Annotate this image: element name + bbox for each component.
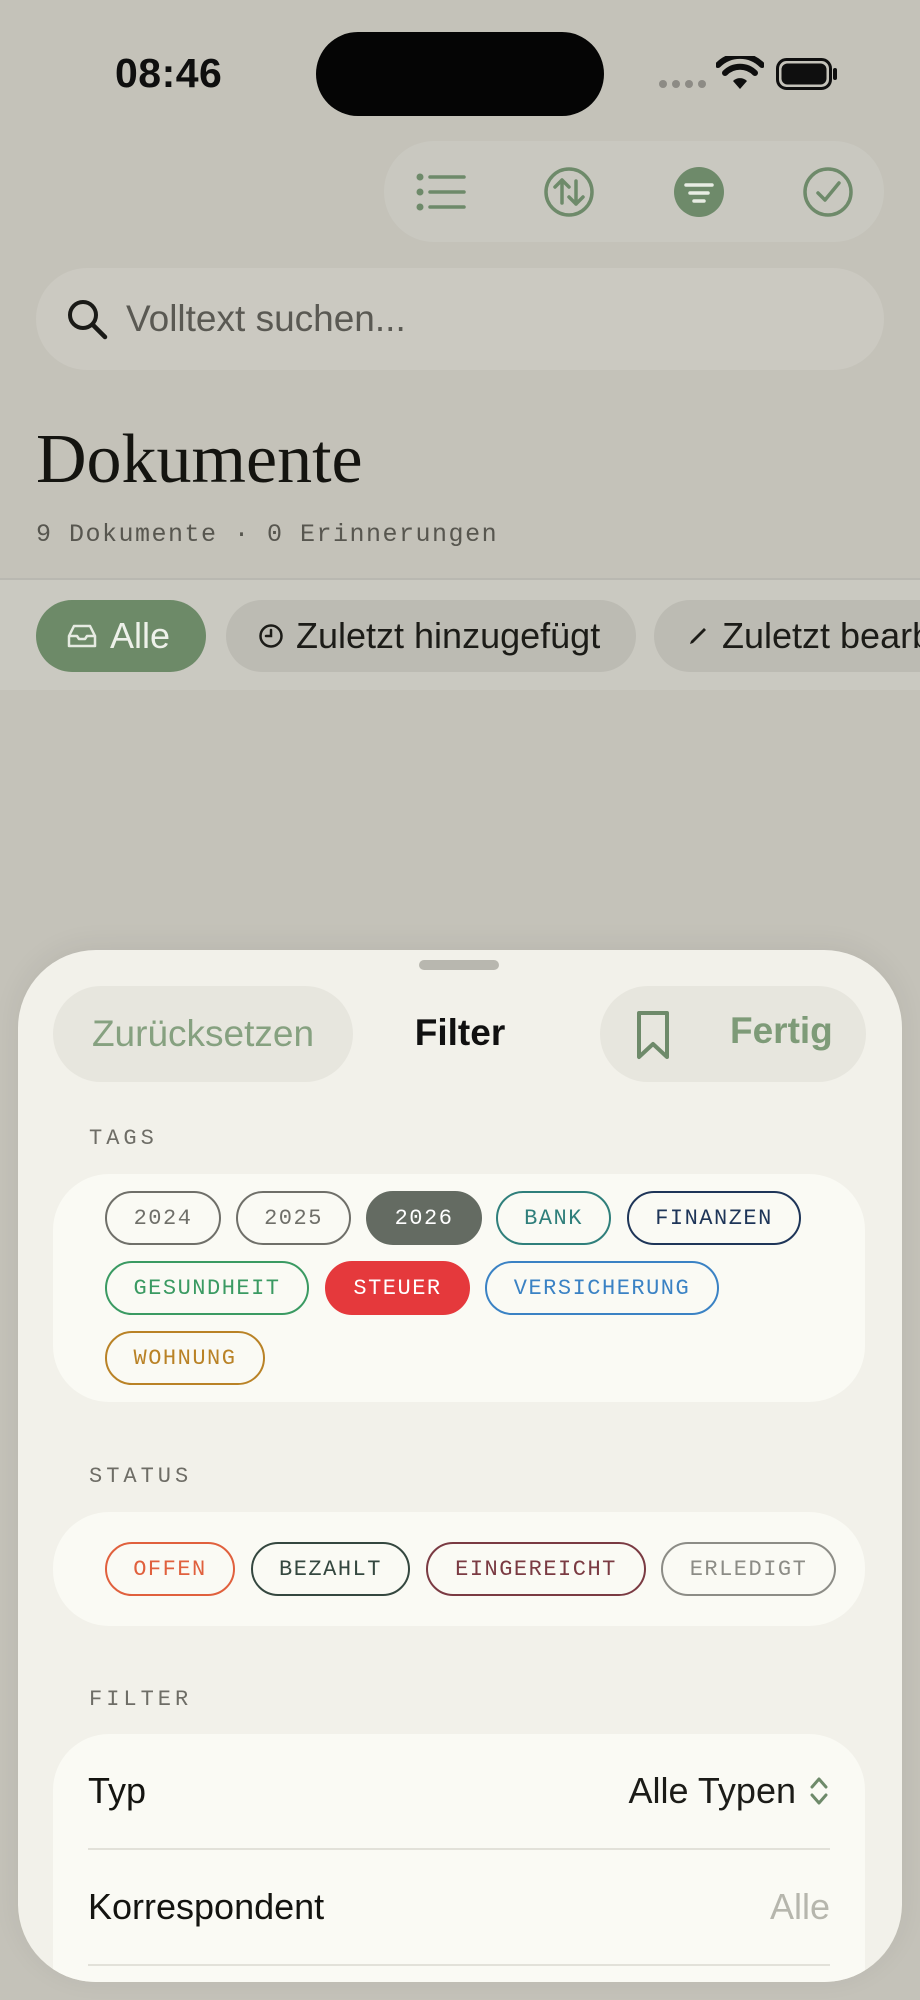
document-count: 9 Dokumente · 0 Erinnerungen [36, 520, 499, 549]
tag-chip-wohnung[interactable]: WOHNUNG [105, 1331, 265, 1385]
status-card: OFFEN BEZAHLT EINGEREICHT ERLEDIGT [53, 1512, 865, 1626]
reset-button[interactable]: Zurücksetzen [53, 986, 353, 1082]
type-label: Typ [88, 1770, 147, 1811]
tags-section-label: TAGS [89, 1126, 158, 1151]
sheet-grabber[interactable] [419, 960, 499, 970]
tag-chip-bank[interactable]: BANK [496, 1191, 611, 1245]
clock-icon [259, 624, 283, 648]
tag-chip-2024[interactable]: 2024 [105, 1191, 221, 1245]
page-title: Dokumente [36, 421, 363, 498]
type-picker[interactable]: Alle Typen [629, 1770, 830, 1812]
tag-chip-gesundheit[interactable]: GESUNDHEIT [105, 1261, 309, 1315]
search-bar[interactable] [36, 268, 884, 370]
search-input[interactable] [126, 286, 846, 352]
quick-filter-all[interactable]: Alle [36, 600, 206, 672]
filter-button[interactable] [672, 165, 726, 219]
status-chip-offen[interactable]: OFFEN [105, 1542, 235, 1596]
type-value: Alle Typen [628, 1770, 796, 1811]
filter-row-correspondent[interactable]: Korrespondent Alle [88, 1850, 830, 1964]
tag-chip-versicherung[interactable]: VERSICHERUNG [485, 1261, 719, 1315]
tags-card: 2024 2025 2026 BANK FINANZEN GESUNDHEIT … [53, 1174, 865, 1402]
status-time: 08:46 [115, 50, 223, 96]
list-view-button[interactable] [414, 165, 468, 219]
quick-filter-label: Zuletzt bearb [722, 615, 920, 656]
select-button[interactable] [801, 165, 855, 219]
checkmark-circle-icon [803, 167, 853, 217]
bookmark-icon [637, 1011, 669, 1059]
wifi-icon [716, 56, 764, 89]
top-toolbar [384, 141, 884, 242]
status-chip-eingereicht[interactable]: EINGEREICHT [426, 1542, 646, 1596]
status-chip-bezahlt[interactable]: BEZAHLT [251, 1542, 410, 1596]
filter-section-label: FILTER [89, 1687, 193, 1712]
save-filter-button[interactable] [622, 1004, 684, 1066]
dynamic-island [316, 32, 604, 116]
tag-chip-steuer[interactable]: STEUER [325, 1261, 470, 1315]
filter-icon [674, 167, 724, 217]
list-icon [416, 173, 466, 211]
status-bar: 08:46 [0, 0, 920, 150]
chevron-up-down-icon [810, 1777, 828, 1805]
status-section-label: STATUS [89, 1464, 193, 1489]
quick-filter-label: Alle [110, 615, 171, 656]
search-icon [68, 300, 108, 340]
filter-row-type[interactable]: Typ Alle Typen [88, 1734, 830, 1848]
tag-chip-finanzen[interactable]: FINANZEN [627, 1191, 801, 1245]
correspondent-value[interactable]: Alle [770, 1886, 830, 1928]
pencil-icon [690, 628, 706, 644]
filter-card: Typ Alle Typen Korrespondent Alle [53, 1734, 865, 1982]
row-divider [88, 1964, 830, 1966]
status-chip-erledigt[interactable]: ERLEDIGT [661, 1542, 836, 1596]
sort-arrows-icon [544, 167, 594, 217]
quick-filter-label: Zuletzt hinzugefügt [296, 615, 601, 656]
correspondent-label: Korrespondent [88, 1886, 325, 1927]
quick-filter-recently-edited[interactable]: Zuletzt bearb [654, 600, 920, 672]
quick-filter-bar: Alle Zuletzt hinzugefügt Zuletzt bearb [0, 578, 920, 690]
battery-icon [776, 58, 837, 90]
tag-chip-2025[interactable]: 2025 [236, 1191, 351, 1245]
sheet-actions: Fertig [600, 986, 866, 1082]
filter-sheet: Zurücksetzen Filter Fertig TAGS 2024 202… [18, 950, 902, 1982]
done-button[interactable]: Fertig [730, 1010, 833, 1052]
sort-button[interactable] [542, 165, 596, 219]
quick-filter-recently-added[interactable]: Zuletzt hinzugefügt [226, 600, 636, 672]
cellular-signal-icon [659, 80, 706, 88]
inbox-icon [67, 624, 97, 648]
tag-chip-2026[interactable]: 2026 [366, 1191, 482, 1245]
